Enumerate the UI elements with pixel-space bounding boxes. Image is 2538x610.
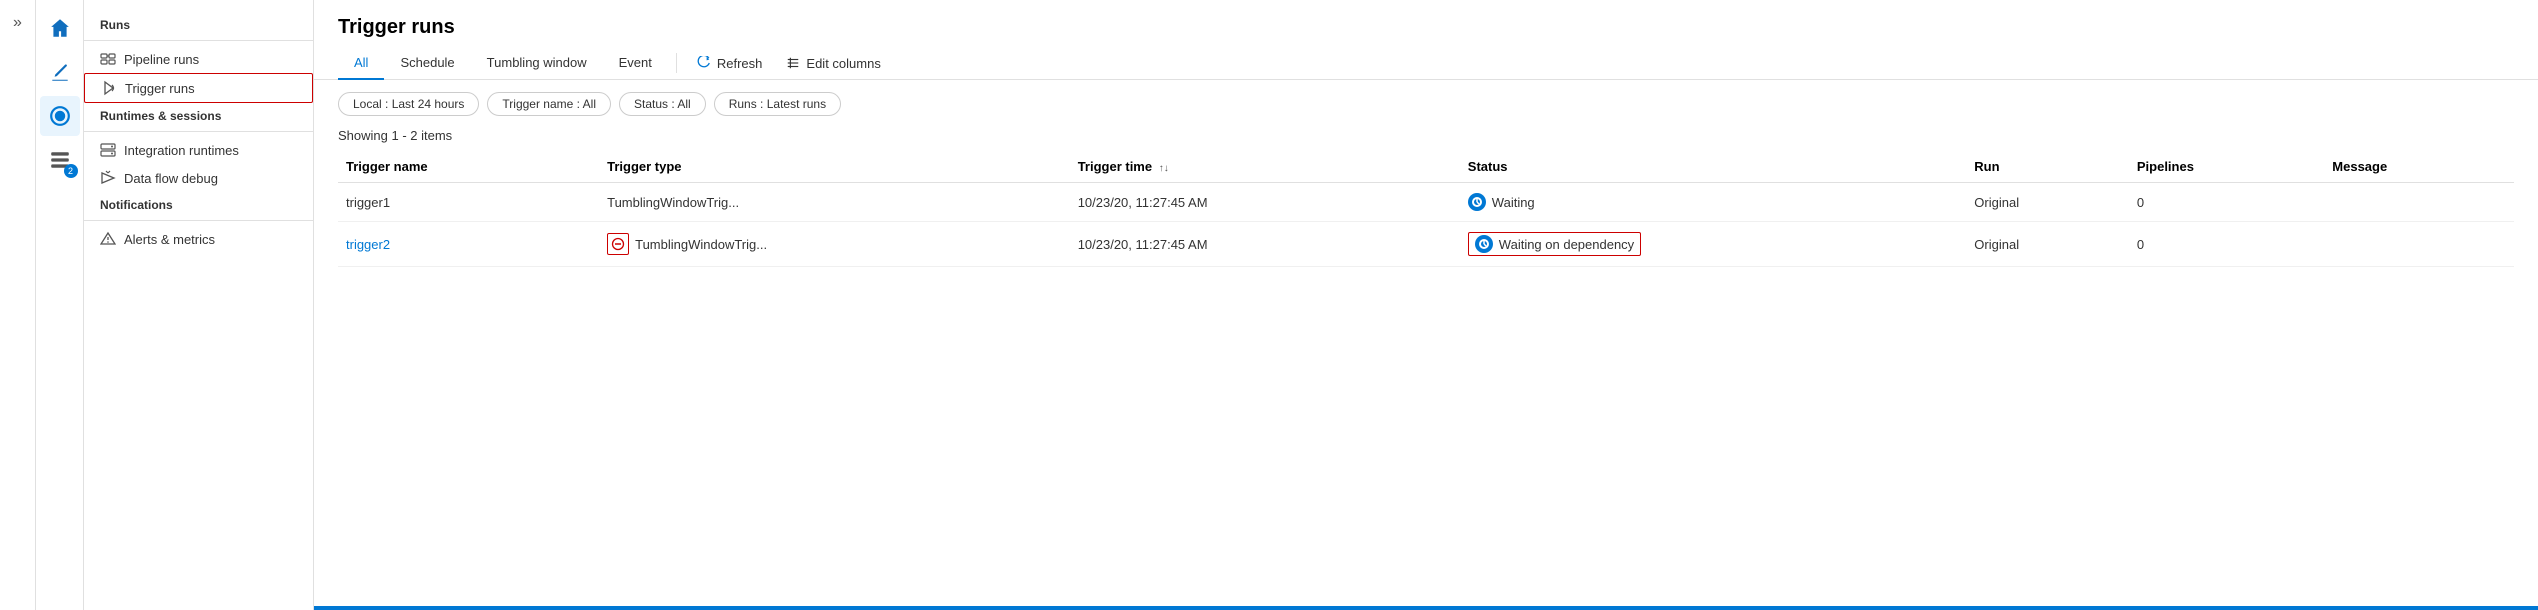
pipeline-runs-label: Pipeline runs [124, 52, 199, 67]
refresh-icon [697, 56, 711, 70]
runs-divider [84, 40, 313, 41]
col-trigger-type: Trigger type [599, 151, 1070, 183]
row2-cancel-icon-box [607, 233, 629, 255]
row2-run: Original [1966, 222, 2129, 267]
integration-runtimes-icon [100, 142, 116, 158]
trigger-time-sort-icon: ↑↓ [1159, 163, 1169, 174]
trigger-runs-label: Trigger runs [125, 81, 195, 96]
table-row: trigger1 TumblingWindowTrig... 10/23/20,… [338, 183, 2514, 222]
col-trigger-name: Trigger name [338, 151, 599, 183]
integration-runtimes-label: Integration runtimes [124, 143, 239, 158]
nav-author[interactable] [40, 52, 80, 92]
notifications-section-title: Notifications [84, 192, 313, 216]
col-status: Status [1460, 151, 1966, 183]
row1-status-icon [1468, 193, 1486, 211]
row1-trigger-name: trigger1 [338, 183, 599, 222]
notifications-divider [84, 220, 313, 221]
row1-pipelines: 0 [2129, 183, 2324, 222]
runs-section-title: Runs [84, 12, 313, 36]
trigger2-link[interactable]: trigger2 [346, 237, 390, 252]
row2-status-icon [1475, 235, 1493, 253]
refresh-label: Refresh [717, 56, 763, 71]
data-table: Trigger name Trigger type Trigger time ↑… [314, 151, 2538, 606]
nav-manage[interactable]: 2 [40, 140, 80, 180]
data-flow-debug-icon [100, 170, 116, 186]
filter-bar: Local : Last 24 hours Trigger name : All… [314, 80, 2538, 128]
tabs-bar: All Schedule Tumbling window Event Refre… [314, 47, 2538, 80]
alerts-metrics-label: Alerts & metrics [124, 232, 215, 247]
name-filter-chip[interactable]: Trigger name : All [487, 92, 611, 116]
runtimes-section-title: Runtimes & sessions [84, 103, 313, 127]
data-flow-debug-label: Data flow debug [124, 171, 218, 186]
alerts-metrics-icon [100, 231, 116, 247]
runtimes-divider [84, 131, 313, 132]
trigger-runs-icon [101, 80, 117, 96]
col-message: Message [2324, 151, 2514, 183]
row2-trigger-time: 10/23/20, 11:27:45 AM [1070, 222, 1460, 267]
tab-schedule[interactable]: Schedule [384, 47, 470, 80]
row2-trigger-type: TumblingWindowTrig... [635, 237, 767, 252]
toggle-collapse-button[interactable]: » [9, 10, 26, 36]
row2-pipelines: 0 [2129, 222, 2324, 267]
row2-status-text: Waiting on dependency [1499, 237, 1634, 252]
row1-status: Waiting [1460, 183, 1966, 222]
sidebar-item-data-flow-debug[interactable]: Data flow debug [84, 164, 313, 192]
icon-nav: 2 [36, 0, 84, 610]
row2-status: Waiting on dependency [1460, 222, 1966, 267]
left-panel: Runs Pipeline runs Trigger runs Runtimes… [84, 0, 314, 610]
table-row: trigger2 TumblingWindowTrig... [338, 222, 2514, 267]
row2-trigger-type-cell: TumblingWindowTrig... [599, 222, 1070, 267]
col-trigger-time[interactable]: Trigger time ↑↓ [1070, 151, 1460, 183]
status-filter-chip[interactable]: Status : All [619, 92, 706, 116]
nav-monitor[interactable] [40, 96, 80, 136]
sidebar-item-trigger-runs[interactable]: Trigger runs [84, 73, 313, 103]
refresh-button[interactable]: Refresh [685, 50, 775, 77]
row1-message [2324, 183, 2514, 222]
scroll-indicator [314, 606, 2538, 610]
manage-badge: 2 [64, 164, 78, 178]
cancel-icon [611, 237, 625, 251]
time-filter-chip[interactable]: Local : Last 24 hours [338, 92, 479, 116]
row1-trigger-type: TumblingWindowTrig... [599, 183, 1070, 222]
runs-filter-chip[interactable]: Runs : Latest runs [714, 92, 841, 116]
row1-status-text: Waiting [1492, 195, 1535, 210]
row2-message [2324, 222, 2514, 267]
row1-run: Original [1966, 183, 2129, 222]
sidebar-toggle: » [0, 0, 36, 610]
edit-columns-icon [786, 56, 800, 70]
col-run: Run [1966, 151, 2129, 183]
edit-columns-button[interactable]: Edit columns [774, 50, 892, 77]
row1-trigger-time: 10/23/20, 11:27:45 AM [1070, 183, 1460, 222]
tab-all[interactable]: All [338, 47, 384, 80]
edit-columns-label: Edit columns [806, 56, 880, 71]
pipeline-runs-icon [100, 51, 116, 67]
tab-tumbling-window[interactable]: Tumbling window [471, 47, 603, 80]
col-pipelines: Pipelines [2129, 151, 2324, 183]
tab-event[interactable]: Event [603, 47, 668, 80]
sidebar-item-pipeline-runs[interactable]: Pipeline runs [84, 45, 313, 73]
row2-trigger-name[interactable]: trigger2 [338, 222, 599, 267]
sidebar-item-integration-runtimes[interactable]: Integration runtimes [84, 136, 313, 164]
sidebar-item-alerts-metrics[interactable]: Alerts & metrics [84, 225, 313, 253]
main-content: Trigger runs All Schedule Tumbling windo… [314, 0, 2538, 610]
nav-home[interactable] [40, 8, 80, 48]
items-count: Showing 1 - 2 items [314, 128, 2538, 151]
page-title: Trigger runs [314, 0, 2538, 47]
tab-separator [676, 53, 677, 73]
